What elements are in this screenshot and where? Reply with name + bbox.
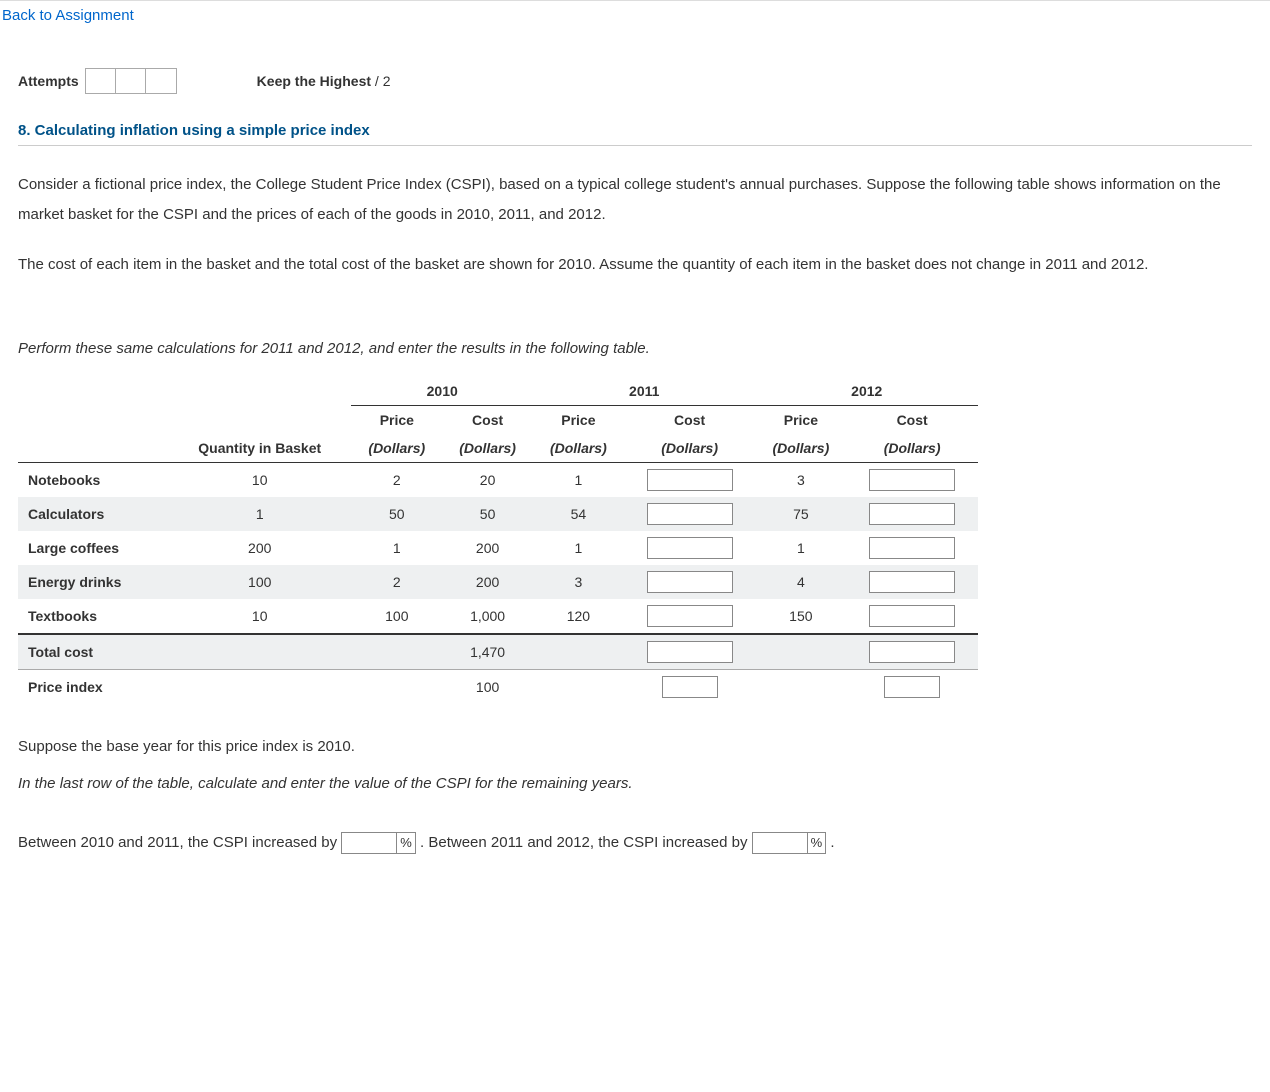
input-pct-2011-2012[interactable] [752,832,808,854]
cell-price-2012: 1 [755,531,846,565]
cell-price-2011: 1 [533,531,624,565]
instruction-text-2: In the last row of the table, calculate … [18,775,1252,792]
row-label: Calculators [18,497,168,531]
keep-highest-count: / 2 [371,73,390,89]
cell-price-2012: 150 [755,599,846,634]
unit-price-2011: (Dollars) [533,434,624,463]
input-cost-2012[interactable] [869,503,955,525]
total-row: Total cost 1,470 [18,634,978,670]
index-2010: 100 [442,670,533,705]
cell-price-2010: 100 [351,599,442,634]
unit-price-2010: (Dollars) [351,434,442,463]
attempt-slot-3 [146,69,176,93]
cell-price-2011: 3 [533,565,624,599]
cell-price-2010: 2 [351,565,442,599]
instruction-text: Perform these same calculations for 2011… [18,340,1252,357]
pct-label: % [807,832,827,854]
index-label: Price index [18,670,168,705]
col-price-2011: Price [533,406,624,435]
col-price-2012: Price [755,406,846,435]
table-row: Energy drinks 100 2 200 3 4 [18,565,978,599]
cell-qty: 1 [168,497,351,531]
attempts-label: Attempts [18,73,79,89]
input-cost-2012[interactable] [869,537,955,559]
cspi-increase-sentence: Between 2010 and 2011, the CSPI increase… [18,826,1252,859]
input-index-2012[interactable] [884,676,940,698]
cell-qty: 200 [168,531,351,565]
attempt-slot-1 [86,69,116,93]
attempt-boxes [85,68,177,94]
sentence-part-1: Between 2010 and 2011, the CSPI increase… [18,834,341,851]
unit-cost-2011: (Dollars) [624,434,756,463]
paragraph-intro-1: Consider a fictional price index, the Co… [18,170,1252,230]
table-row: Large coffees 200 1 200 1 1 [18,531,978,565]
total-2010: 1,470 [442,634,533,670]
paragraph-intro-2: The cost of each item in the basket and … [18,250,1252,280]
cell-price-2012: 4 [755,565,846,599]
input-cost-2012[interactable] [869,571,955,593]
input-total-2012[interactable] [869,641,955,663]
col-cost-2011: Cost [624,406,756,435]
col-qty: Quantity in Basket [168,434,351,463]
table-row: Calculators 1 50 50 54 75 [18,497,978,531]
cell-price-2012: 75 [755,497,846,531]
col-cost-2012: Cost [846,406,978,435]
cell-cost-2010: 200 [442,531,533,565]
cell-cost-2010: 1,000 [442,599,533,634]
cspi-table: 2010 2011 2012 Price Cost Price Cost Pri… [18,377,978,704]
unit-cost-2012: (Dollars) [846,434,978,463]
unit-cost-2010: (Dollars) [442,434,533,463]
input-cost-2011[interactable] [647,503,733,525]
base-year-text: Suppose the base year for this price ind… [18,738,1252,755]
index-row: Price index 100 [18,670,978,705]
pct-label: % [396,832,416,854]
row-label: Large coffees [18,531,168,565]
year-2012-header: 2012 [755,377,978,406]
input-cost-2012[interactable] [869,469,955,491]
input-cost-2011[interactable] [647,571,733,593]
question-title: 8. Calculating inflation using a simple … [18,122,1252,146]
cell-cost-2010: 20 [442,463,533,498]
year-2011-header: 2011 [533,377,755,406]
input-index-2011[interactable] [662,676,718,698]
cell-price-2011: 54 [533,497,624,531]
input-cost-2011[interactable] [647,469,733,491]
cell-price-2012: 3 [755,463,846,498]
cell-qty: 100 [168,565,351,599]
cell-price-2011: 1 [533,463,624,498]
input-total-2011[interactable] [647,641,733,663]
cell-qty: 10 [168,599,351,634]
input-pct-2010-2011[interactable] [341,832,397,854]
row-label: Energy drinks [18,565,168,599]
back-to-assignment-link[interactable]: Back to Assignment [0,7,134,24]
cell-price-2010: 1 [351,531,442,565]
col-cost-2010: Cost [442,406,533,435]
total-label: Total cost [18,634,168,670]
cell-cost-2010: 200 [442,565,533,599]
year-2010-header: 2010 [351,377,533,406]
input-cost-2011[interactable] [647,605,733,627]
attempt-slot-2 [116,69,146,93]
col-price-2010: Price [351,406,442,435]
table-row: Textbooks 10 100 1,000 120 150 [18,599,978,634]
cell-cost-2010: 50 [442,497,533,531]
attempts-row: Attempts Keep the Highest / 2 [18,68,1252,94]
table-row: Notebooks 10 2 20 1 3 [18,463,978,498]
unit-price-2012: (Dollars) [755,434,846,463]
cell-price-2010: 50 [351,497,442,531]
cell-price-2010: 2 [351,463,442,498]
keep-highest-label: Keep the Highest / 2 [257,73,391,89]
cell-price-2011: 120 [533,599,624,634]
row-label: Textbooks [18,599,168,634]
sentence-part-2: . Between 2011 and 2012, the CSPI increa… [420,834,752,851]
cell-qty: 10 [168,463,351,498]
sentence-part-3: . [830,834,834,851]
keep-highest-bold: Keep the Highest [257,73,371,89]
input-cost-2012[interactable] [869,605,955,627]
row-label: Notebooks [18,463,168,498]
input-cost-2011[interactable] [647,537,733,559]
